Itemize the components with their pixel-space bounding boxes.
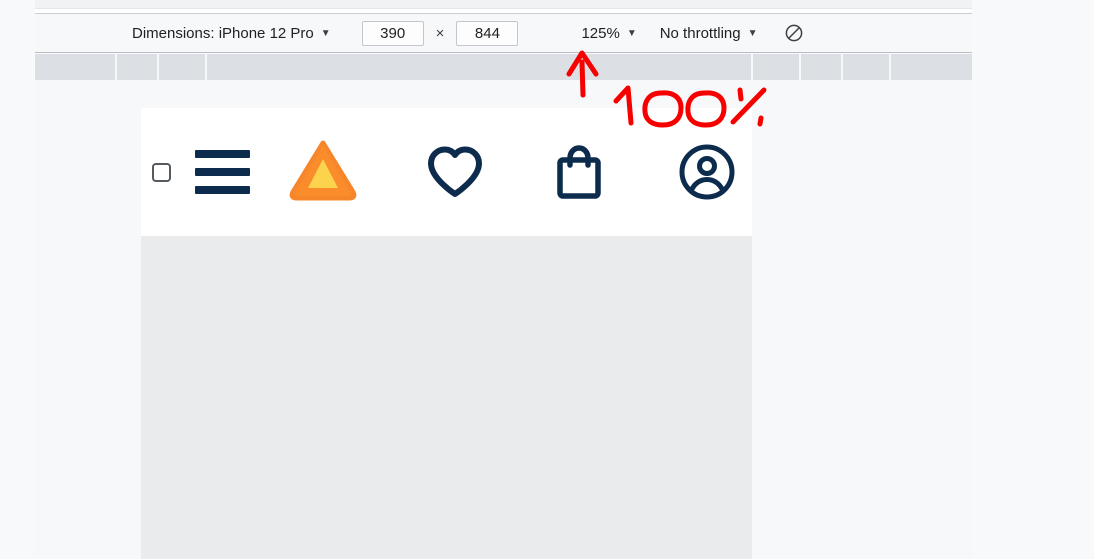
viewport-width-input[interactable] [361,20,424,46]
shopping-bag-icon [557,145,601,199]
hamburger-menu-icon [195,150,250,194]
device-ruler [35,54,972,80]
ruler-segment [159,54,207,80]
cart-button[interactable] [553,143,605,201]
triangle-logo-icon [289,140,357,201]
ruler-segment [35,54,117,80]
throttling-value-label: No throttling [659,24,741,42]
rotate-device-icon [785,24,802,42]
device-stage [35,80,972,559]
dimensions-dropdown[interactable]: Dimensions: iPhone 12 Pro ▼ [132,25,331,42]
ruler-segment [843,54,891,80]
size-separator: × [435,24,445,42]
ruler-segment [117,54,159,80]
chevron-down-icon: ▼ [320,28,331,39]
ruler-segment [753,54,801,80]
emulated-viewport[interactable] [141,108,752,559]
site-logo[interactable] [287,136,359,208]
zoom-dropdown[interactable]: 125% ▼ [581,25,636,42]
devtools-top-strip [35,0,972,9]
site-body [141,236,752,559]
ruler-segment [207,54,753,80]
throttling-dropdown[interactable]: No throttling ▼ [660,25,758,42]
dimensions-label: Dimensions: iPhone 12 Pro [132,24,314,42]
device-mode-toolbar: Dimensions: iPhone 12 Pro ▼ × 125% ▼ No … [35,13,972,53]
viewport-height-input[interactable] [456,20,519,46]
site-header [141,108,752,236]
chevron-down-icon: ▼ [747,28,758,39]
account-circle-icon [679,144,735,200]
rotate-device-button[interactable] [782,21,806,45]
menu-button[interactable] [195,150,250,194]
ruler-segment [891,54,972,80]
account-button[interactable] [678,143,736,201]
zoom-value-label: 125% [581,24,620,42]
wishlist-button[interactable] [425,144,485,200]
devtools-panel: Dimensions: iPhone 12 Pro ▼ × 125% ▼ No … [35,0,972,559]
ruler-segment [801,54,843,80]
chevron-down-icon: ▼ [626,28,637,39]
heart-icon [428,146,482,197]
checkbox-empty-icon [152,162,171,182]
header-checkbox[interactable] [152,162,171,182]
